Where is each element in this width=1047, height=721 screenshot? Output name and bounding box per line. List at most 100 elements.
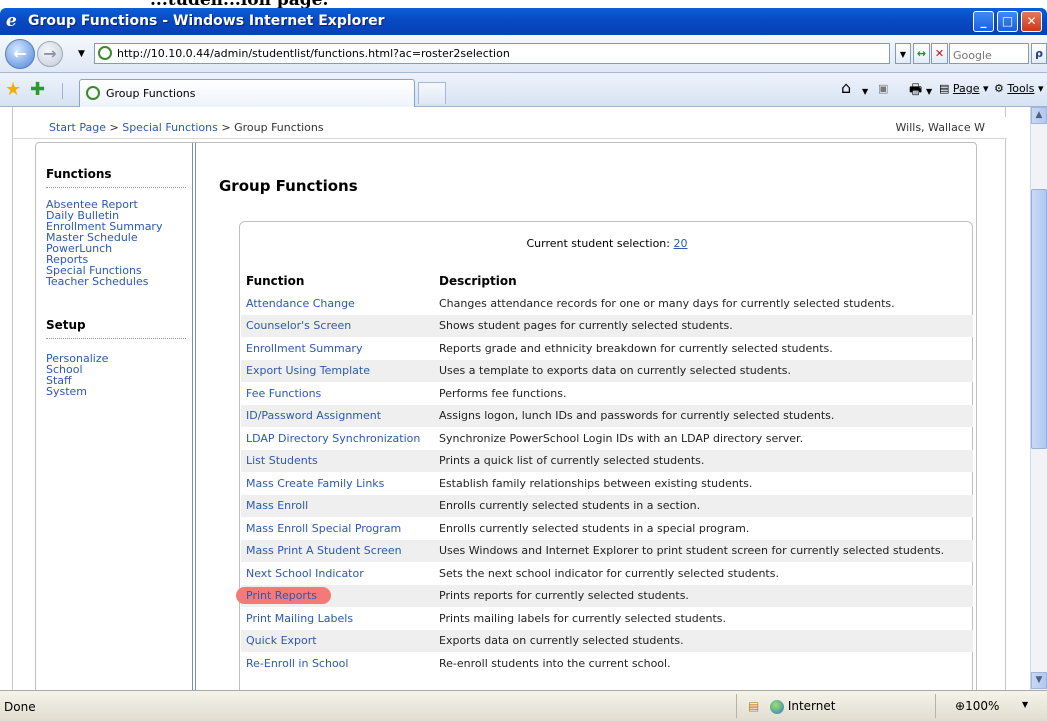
function-link-print-mailing-labels[interactable]: Print Mailing Labels — [246, 612, 353, 625]
function-link-mass-enroll[interactable]: Mass Enroll — [246, 499, 308, 512]
table-row: Mass Print A Student Screen Uses Windows … — [241, 539, 973, 562]
url-dropdown-button[interactable]: ▼ — [895, 43, 911, 64]
description-cell: Reports grade and ethnicity breakdown fo… — [439, 341, 833, 355]
title-bar: e Group Functions - Windows Internet Exp… — [0, 8, 1047, 35]
close-button[interactable]: ✕ — [1021, 11, 1042, 32]
description-cell: Uses Windows and Internet Explorer to pr… — [434, 539, 973, 562]
function-link-list-students[interactable]: List Students — [246, 454, 318, 467]
zoom-dropdown-icon[interactable]: ▼ — [1022, 700, 1028, 709]
table-row: Mass Enroll Special Program Enrolls curre… — [241, 517, 973, 540]
breadcrumb: Start Page > Special Functions > Group F… — [49, 121, 324, 134]
minimize-button[interactable]: _ — [973, 11, 994, 32]
tools-menu[interactable]: ⚙ Tools ▾ — [994, 82, 1044, 95]
function-cell: Re-Enroll in School — [241, 652, 434, 675]
function-link-id-password-assignment[interactable]: ID/Password Assignment — [246, 409, 381, 422]
table-header: Function Description — [241, 270, 973, 292]
search-input[interactable] — [953, 46, 1029, 65]
chevron-down-icon[interactable]: ▼ — [862, 87, 868, 96]
tab-group-functions[interactable]: Group Functions — [79, 79, 415, 107]
sidebar-item-system[interactable]: System — [46, 386, 108, 397]
search-field[interactable] — [949, 43, 1029, 65]
scroll-up-arrow-icon[interactable]: ▲ — [1031, 107, 1047, 124]
table-row: ID/Password Assignment Assigns logon, lun… — [241, 404, 973, 427]
function-link-mass-enroll-special-program[interactable]: Mass Enroll Special Program — [246, 522, 401, 535]
function-link-attendance-change[interactable]: Attendance Change — [246, 297, 355, 310]
history-dropdown-icon[interactable]: ▼ — [78, 49, 85, 59]
selection-count-link[interactable]: 20 — [674, 237, 688, 250]
description-cell: Uses a template to exports data on curre… — [434, 359, 973, 382]
function-link-mass-print-a-student-screen[interactable]: Mass Print A Student Screen — [246, 544, 402, 557]
function-link-re-enroll-in-school[interactable]: Re-Enroll in School — [246, 657, 348, 670]
description-cell: Re-enroll students into the current scho… — [439, 656, 671, 670]
function-link-export-using-template[interactable]: Export Using Template — [246, 364, 370, 377]
address-bar: ← → ▼ http://10.10.0.44/admin/studentlis… — [0, 35, 1047, 73]
scrollbar-thumb[interactable] — [1031, 189, 1047, 449]
function-cell: Mass Enroll — [241, 494, 434, 517]
function-link-counselor-s-screen[interactable]: Counselor's Screen — [246, 319, 351, 332]
print-icon[interactable]: 🖶 — [909, 79, 922, 103]
functions-panel: Current student selection: 20 Function D… — [236, 221, 973, 690]
table-row: Mass Enroll Enrolls currently selected st… — [241, 494, 973, 517]
table-row: Quick Export Exports data on currently se… — [241, 629, 973, 652]
table-row: Enrollment Summary Reports grade and ethn… — [241, 337, 973, 360]
new-tab-button[interactable] — [418, 82, 446, 104]
function-link-next-school-indicator[interactable]: Next School Indicator — [246, 567, 364, 580]
back-arrow-icon: ← — [13, 44, 27, 63]
stop-button[interactable]: ✕ — [931, 43, 948, 64]
function-link-mass-create-family-links[interactable]: Mass Create Family Links — [246, 477, 384, 490]
sidebar-heading-functions: Functions — [46, 167, 112, 181]
sidebar-item-teacher-schedules[interactable]: Teacher Schedules — [46, 276, 162, 287]
description-cell: Shows student pages for currently select… — [434, 314, 973, 337]
forward-button[interactable]: → — [37, 41, 63, 67]
ie-logo-icon: e — [6, 11, 17, 31]
cropped-caption: ...tuden...ion page. — [0, 0, 1047, 8]
table-row: Fee Functions Performs fee functions. — [241, 382, 973, 405]
vertical-scrollbar[interactable]: ▲ ▼ — [1030, 107, 1047, 690]
description-cell: Prints reports for currently selected st… — [434, 584, 973, 607]
description-cell: Enrolls currently selected students in a… — [439, 521, 750, 535]
home-icon[interactable]: ⌂ — [841, 78, 851, 97]
breadcrumb-bar: Start Page > Special Functions > Group F… — [13, 117, 1007, 139]
function-link-ldap-directory-synchronization[interactable]: LDAP Directory Synchronization — [246, 432, 420, 445]
function-link-enrollment-summary[interactable]: Enrollment Summary — [246, 342, 362, 355]
breadcrumb-start-page[interactable]: Start Page — [49, 121, 106, 134]
powerschool-favicon-icon — [98, 46, 112, 60]
function-cell: Mass Print A Student Screen — [241, 539, 434, 562]
description-cell: Prints a quick list of currently selecte… — [434, 449, 973, 472]
url-field[interactable]: http://10.10.0.44/admin/studentlist/func… — [94, 43, 890, 64]
search-button[interactable]: ρ — [1031, 43, 1047, 64]
description-cell: Establish family relationships between e… — [439, 476, 753, 490]
table-row: Print Mailing Labels Prints mailing label… — [241, 607, 973, 630]
description-cell: Assigns logon, lunch IDs and passwords f… — [434, 404, 973, 427]
back-button[interactable]: ← — [5, 39, 35, 69]
internet-globe-icon — [770, 699, 784, 714]
url-text: http://10.10.0.44/admin/studentlist/func… — [117, 47, 510, 60]
status-divider — [935, 694, 936, 718]
function-link-print-reports[interactable]: Print Reports — [236, 587, 331, 605]
function-link-fee-functions[interactable]: Fee Functions — [246, 387, 321, 400]
chevron-down-icon[interactable]: ▼ — [926, 87, 932, 96]
refresh-button[interactable]: ↔ — [913, 43, 930, 64]
sidebar-heading-setup: Setup — [46, 318, 86, 332]
function-cell: Print Reports — [236, 584, 434, 607]
zoom-level[interactable]: ⊕100% — [955, 699, 999, 713]
favorites-star-icon[interactable]: ★ — [5, 79, 21, 100]
table-row: List Students Prints a quick list of curr… — [241, 449, 973, 472]
scroll-down-arrow-icon[interactable]: ▼ — [1031, 672, 1047, 689]
search-icon: ρ — [1035, 47, 1043, 60]
description-cell: Changes attendance records for one or ma… — [439, 296, 895, 310]
toolbar-divider — [62, 83, 63, 99]
function-cell: Attendance Change — [241, 292, 434, 315]
function-cell: List Students — [241, 449, 434, 472]
tab-bar: ★ ✚ Group Functions ⌂ ▼ ▣ 🖶 ▼ ▤ Page ▾ ⚙… — [0, 73, 1047, 107]
security-zone[interactable]: Internet — [770, 699, 835, 714]
sidebar-setup-list: Personalize School Staff System — [46, 353, 108, 397]
feeds-icon[interactable]: ▣ — [878, 82, 888, 95]
breadcrumb-special-functions[interactable]: Special Functions — [122, 121, 218, 134]
function-link-quick-export[interactable]: Quick Export — [246, 634, 317, 647]
page-menu[interactable]: ▤ Page ▾ — [939, 82, 989, 95]
function-cell: Mass Enroll Special Program — [241, 517, 434, 540]
maximize-button[interactable]: □ — [997, 11, 1018, 32]
add-favorite-icon[interactable]: ✚ — [30, 79, 45, 100]
divider — [46, 187, 186, 188]
